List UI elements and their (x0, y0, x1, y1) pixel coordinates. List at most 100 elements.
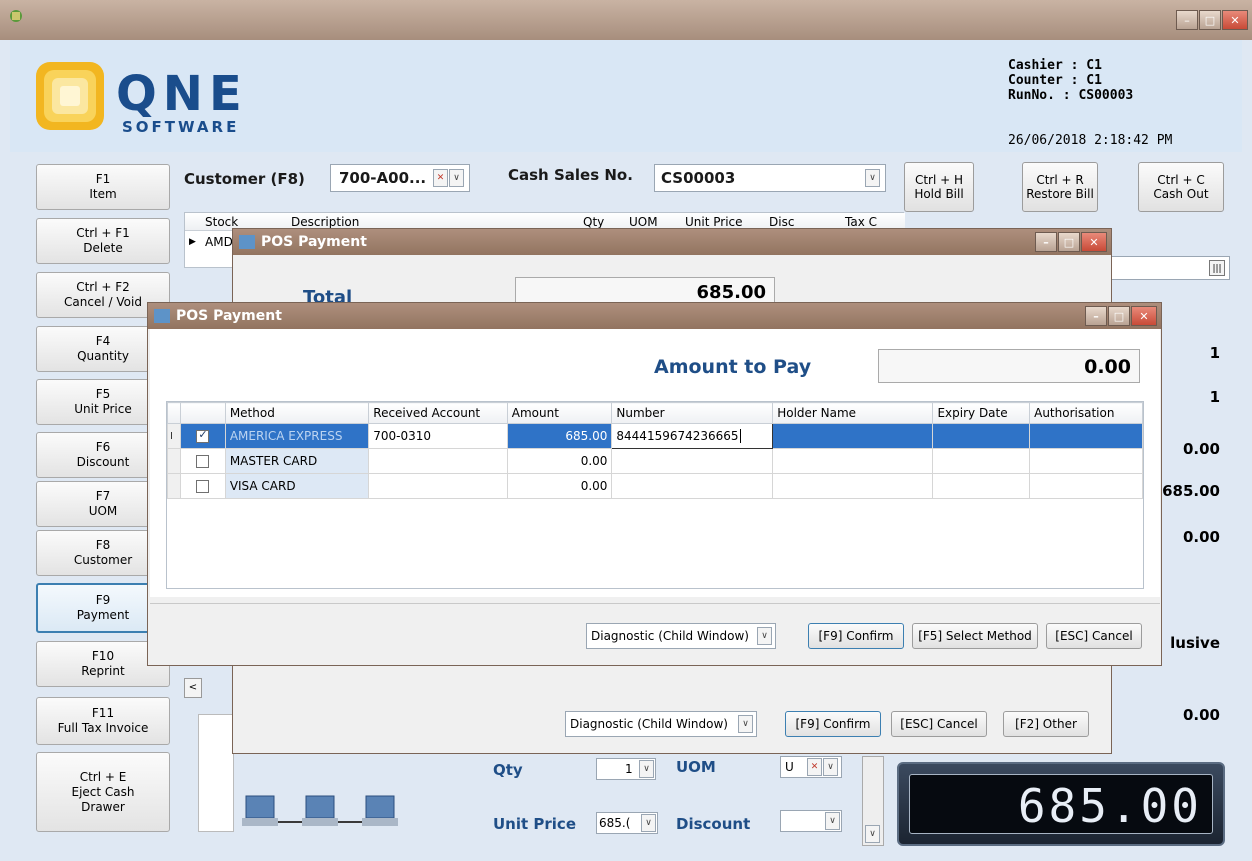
account-cell[interactable] (368, 473, 508, 499)
eject-cash-drawer-button[interactable]: Ctrl + E Eject Cash Drawer (36, 752, 170, 832)
select-method-button[interactable]: [F5] Select Method (912, 623, 1038, 649)
col-disc[interactable]: Disc (769, 215, 794, 229)
auth-cell[interactable] (1029, 473, 1143, 499)
col-tax[interactable]: Tax C (845, 215, 877, 229)
barcode-icon[interactable]: ||| (1209, 260, 1225, 276)
other-button[interactable]: [F2] Other (1003, 711, 1089, 737)
hold-bill-button[interactable]: Ctrl + H Hold Bill (904, 162, 974, 212)
holder-cell[interactable] (772, 473, 934, 499)
col-received-account[interactable]: Received Account (368, 402, 508, 424)
full-tax-invoice-button[interactable]: F11 Full Tax Invoice (36, 697, 170, 745)
amount-cell[interactable]: 0.00 (506, 448, 613, 474)
maximize-button[interactable]: □ (1199, 10, 1221, 30)
clear-icon[interactable]: ✕ (807, 758, 822, 776)
account-cell[interactable] (368, 448, 508, 474)
chevron-down-icon[interactable]: ∨ (757, 627, 772, 645)
restore-bill-button[interactable]: Ctrl + R Restore Bill (1022, 162, 1098, 212)
unit-price-input[interactable]: 685.( ∨ (596, 812, 658, 834)
holder-cell[interactable] (772, 423, 934, 449)
chevron-down-icon[interactable]: ∨ (738, 715, 753, 733)
col-description[interactable]: Description (291, 215, 359, 229)
maximize-button[interactable]: □ (1108, 306, 1130, 326)
item-button[interactable]: F1 Item (36, 164, 170, 210)
close-button[interactable]: ✕ (1222, 10, 1248, 30)
datetime-label: 26/06/2018 2:18:42 PM (1008, 133, 1173, 148)
expiry-cell[interactable] (932, 473, 1031, 499)
method-cell[interactable]: MASTER CARD (224, 448, 370, 474)
checkbox[interactable] (196, 455, 210, 468)
chevron-down-icon[interactable]: ∨ (823, 758, 838, 776)
grid-header: Method Received Account Amount Number Ho… (167, 402, 1143, 424)
col-unit-price[interactable]: Unit Price (685, 215, 743, 229)
account-cell[interactable]: 700-0310 (368, 423, 508, 449)
col-authorisation[interactable]: Authorisation (1029, 402, 1143, 424)
cancel-button[interactable]: [ESC] Cancel (1046, 623, 1142, 649)
table-row[interactable]: MASTER CARD 0.00 (167, 448, 1143, 474)
minimize-button[interactable]: – (1085, 306, 1107, 326)
header-band: QNE SOFTWARE Cashier : C1 Counter : C1 R… (10, 40, 1242, 152)
window-titlebar: – □ ✕ (0, 0, 1252, 40)
checkbox[interactable] (196, 480, 210, 493)
customer-combo[interactable]: 700-A00... ✕ ∨ (330, 164, 470, 192)
auth-cell[interactable] (1029, 423, 1143, 449)
col-method[interactable]: Method (224, 402, 370, 424)
holder-cell[interactable] (772, 448, 934, 474)
col-stock[interactable]: Stock (205, 215, 238, 229)
minimize-button[interactable]: – (1176, 10, 1198, 30)
expiry-cell[interactable] (932, 448, 1031, 474)
col-holder-name[interactable]: Holder Name (772, 402, 934, 424)
cash-out-button[interactable]: Ctrl + C Cash Out (1138, 162, 1224, 212)
discount-input[interactable]: ∨ (780, 810, 842, 832)
chevron-down-icon[interactable]: ∨ (865, 169, 880, 187)
row-checkbox-cell[interactable] (179, 448, 226, 474)
amount-to-pay-field: 0.00 (878, 349, 1140, 383)
chevron-down-icon[interactable]: ∨ (641, 814, 656, 832)
number-cell[interactable] (611, 448, 774, 474)
uom-input[interactable]: U ✕ ∨ (780, 756, 842, 778)
method-cell[interactable]: VISA CARD (224, 473, 370, 499)
scroll-left-icon[interactable]: < (184, 678, 202, 698)
diagnostic-value: Diagnostic (Child Window) (591, 629, 749, 643)
table-row-stock[interactable]: AMD (205, 235, 233, 249)
vertical-scrollbar[interactable]: ∨ (862, 756, 884, 846)
checkbox[interactable] (196, 428, 210, 443)
table-row[interactable]: VISA CARD 0.00 (167, 473, 1143, 499)
col-qty[interactable]: Qty (583, 215, 604, 229)
close-button[interactable]: ✕ (1131, 306, 1157, 326)
maximize-button[interactable]: □ (1058, 232, 1080, 252)
payment-methods-grid[interactable]: Method Received Account Amount Number Ho… (166, 401, 1144, 589)
delete-button[interactable]: Ctrl + F1 Delete (36, 218, 170, 264)
qty-input[interactable]: 1 ∨ (596, 758, 656, 780)
close-button[interactable]: ✕ (1081, 232, 1107, 252)
diagnostic-combo[interactable]: Diagnostic (Child Window) ∨ (565, 711, 757, 737)
cancel-button[interactable]: [ESC] Cancel (891, 711, 987, 737)
chevron-down-icon[interactable]: ∨ (449, 169, 464, 187)
minimize-button[interactable]: – (1035, 232, 1057, 252)
amount-cell[interactable]: 0.00 (506, 473, 613, 499)
col-checkbox[interactable] (179, 402, 226, 424)
row-checkbox-cell[interactable] (179, 473, 226, 499)
confirm-button[interactable]: [F9] Confirm (785, 711, 881, 737)
expiry-cell[interactable] (932, 423, 1031, 449)
col-number[interactable]: Number (611, 402, 774, 424)
payment-icon (239, 235, 255, 249)
method-cell[interactable]: AMERICA EXPRESS (224, 423, 370, 449)
number-cell[interactable]: 8444159674236665 (611, 423, 774, 449)
logo-sub: SOFTWARE (122, 118, 240, 136)
amount-cell[interactable]: 685.00 (506, 423, 613, 449)
col-amount[interactable]: Amount (506, 402, 613, 424)
number-cell[interactable] (611, 473, 774, 499)
barcode-input[interactable]: ||| (1104, 256, 1230, 280)
chevron-down-icon[interactable]: ∨ (639, 760, 654, 778)
confirm-button[interactable]: [F9] Confirm (808, 623, 904, 649)
chevron-down-icon[interactable]: ∨ (865, 825, 880, 843)
col-uom[interactable]: UOM (629, 215, 658, 229)
cash-sales-combo[interactable]: CS00003 ∨ (654, 164, 886, 192)
auth-cell[interactable] (1029, 448, 1143, 474)
row-checkbox-cell[interactable] (179, 423, 226, 449)
col-expiry-date[interactable]: Expiry Date (932, 402, 1031, 424)
diagnostic-combo[interactable]: Diagnostic (Child Window) ∨ (586, 623, 776, 649)
chevron-down-icon[interactable]: ∨ (825, 812, 840, 830)
table-row[interactable]: I AMERICA EXPRESS 700-0310 685.00 844415… (167, 423, 1143, 449)
clear-icon[interactable]: ✕ (433, 169, 448, 187)
